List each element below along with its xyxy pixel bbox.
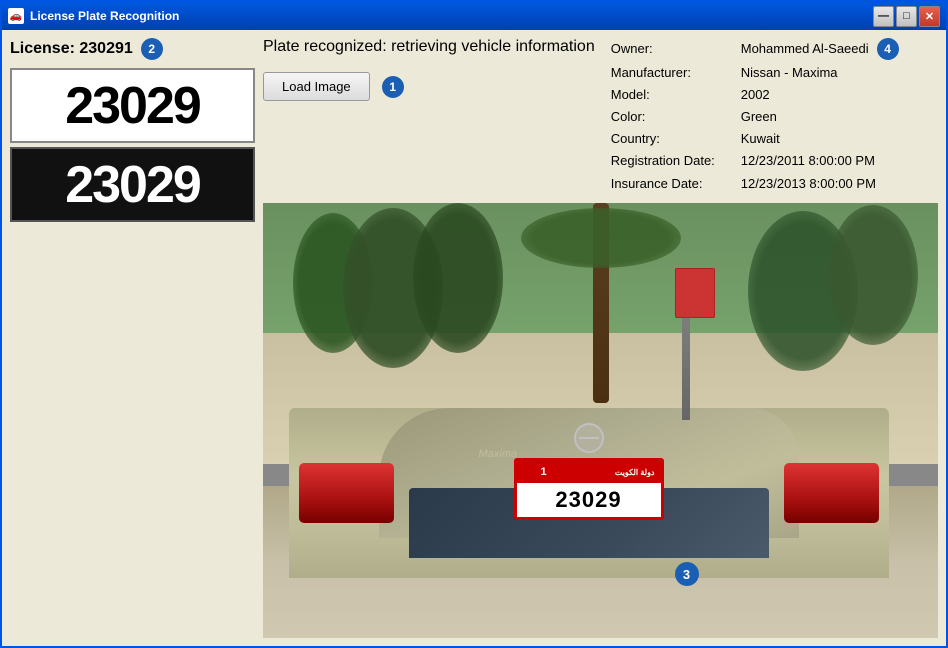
country-value: Kuwait [741,128,780,150]
car-main-body: Maxima 1 دولة الكويت 23029 [289,408,889,578]
license-label: License: 230291 [10,40,133,58]
main-panel: Plate recognized: retrieving vehicle inf… [263,38,938,638]
model-row: Model: 2002 [611,84,899,106]
manufacturer-row: Manufacturer: Nissan - Maxima [611,62,899,84]
top-section: Plate recognized: retrieving vehicle inf… [263,38,938,195]
reg-date-value: 12/23/2011 8:00:00 PM [741,150,875,172]
reg-date-row: Registration Date: 12/23/2011 8:00:00 PM [611,150,899,172]
app-icon: 🚗 [8,8,24,24]
maximize-button[interactable]: □ [896,6,917,27]
title-bar-left: 🚗 License Plate Recognition [8,8,179,24]
minimize-button[interactable]: — [873,6,894,27]
plate-bottom: 23029 [555,483,621,517]
badge-1: 1 [382,76,404,98]
ins-date-value: 12/23/2013 8:00:00 PM [741,173,876,195]
country-label: Country: [611,128,741,150]
close-button[interactable]: ✕ [919,6,940,27]
vehicle-info-panel: Owner: Mohammed Al-Saeedi 4 Manufacturer… [611,38,899,195]
title-bar: 🚗 License Plate Recognition — □ ✕ [2,2,946,30]
car-photo: Maxima 1 دولة الكويت 23029 [263,203,938,638]
badge-4: 4 [877,38,899,60]
plate-display-number: 23029 [555,487,621,513]
owner-row: Owner: Mohammed Al-Saeedi [611,38,869,60]
plate-display-white: 23029 [10,68,255,143]
status-text: Plate recognized: retrieving vehicle inf… [263,38,595,56]
badge-2: 2 [141,38,163,60]
plate-display-black: 23029 [10,147,255,222]
plate-number-white: 23029 [65,76,200,136]
color-label: Color: [611,106,741,128]
main-window: 🚗 License Plate Recognition — □ ✕ Licens… [0,0,948,648]
ins-date-row: Insurance Date: 12/23/2013 8:00:00 PM [611,173,899,195]
plate-number-top: 1 [541,466,547,478]
model-label: Model: [611,84,741,106]
owner-value: Mohammed Al-Saeedi [741,38,869,60]
color-row: Color: Green [611,106,899,128]
license-header: License: 230291 2 [10,38,255,60]
color-value: Green [741,106,777,128]
content-area: License: 230291 2 23029 23029 Plate reco… [2,30,946,646]
load-btn-row: Load Image 1 [263,72,595,101]
info-header: Owner: Mohammed Al-Saeedi 4 [611,38,899,60]
plate-top-bar: 1 دولة الكويت [517,461,661,483]
taillight-left [299,463,394,523]
model-value: 2002 [741,84,770,106]
model-name: Maxima [479,448,518,460]
title-buttons: — □ ✕ [873,6,940,27]
country-row: Country: Kuwait [611,128,899,150]
car-license-plate: 1 دولة الكويت 23029 [514,458,664,520]
car-body: Maxima 1 دولة الكويت 23029 [289,298,889,578]
left-panel: License: 230291 2 23029 23029 [10,38,255,638]
controls-area: Plate recognized: retrieving vehicle inf… [263,38,595,101]
manufacturer-value: Nissan - Maxima [741,62,838,84]
ins-date-label: Insurance Date: [611,173,741,195]
badge-3: 3 [675,562,699,586]
plate-arabic-text: دولة الكويت [615,468,655,477]
reg-date-label: Registration Date: [611,150,741,172]
taillight-right [784,463,879,523]
plate-number-black: 23029 [65,155,200,215]
window-title: License Plate Recognition [30,9,179,23]
car-image-area: Maxima 1 دولة الكويت 23029 [263,203,938,638]
load-image-button[interactable]: Load Image [263,72,370,101]
sign [675,268,715,318]
owner-label: Owner: [611,38,741,60]
nissan-logo [574,423,604,453]
manufacturer-label: Manufacturer: [611,62,741,84]
